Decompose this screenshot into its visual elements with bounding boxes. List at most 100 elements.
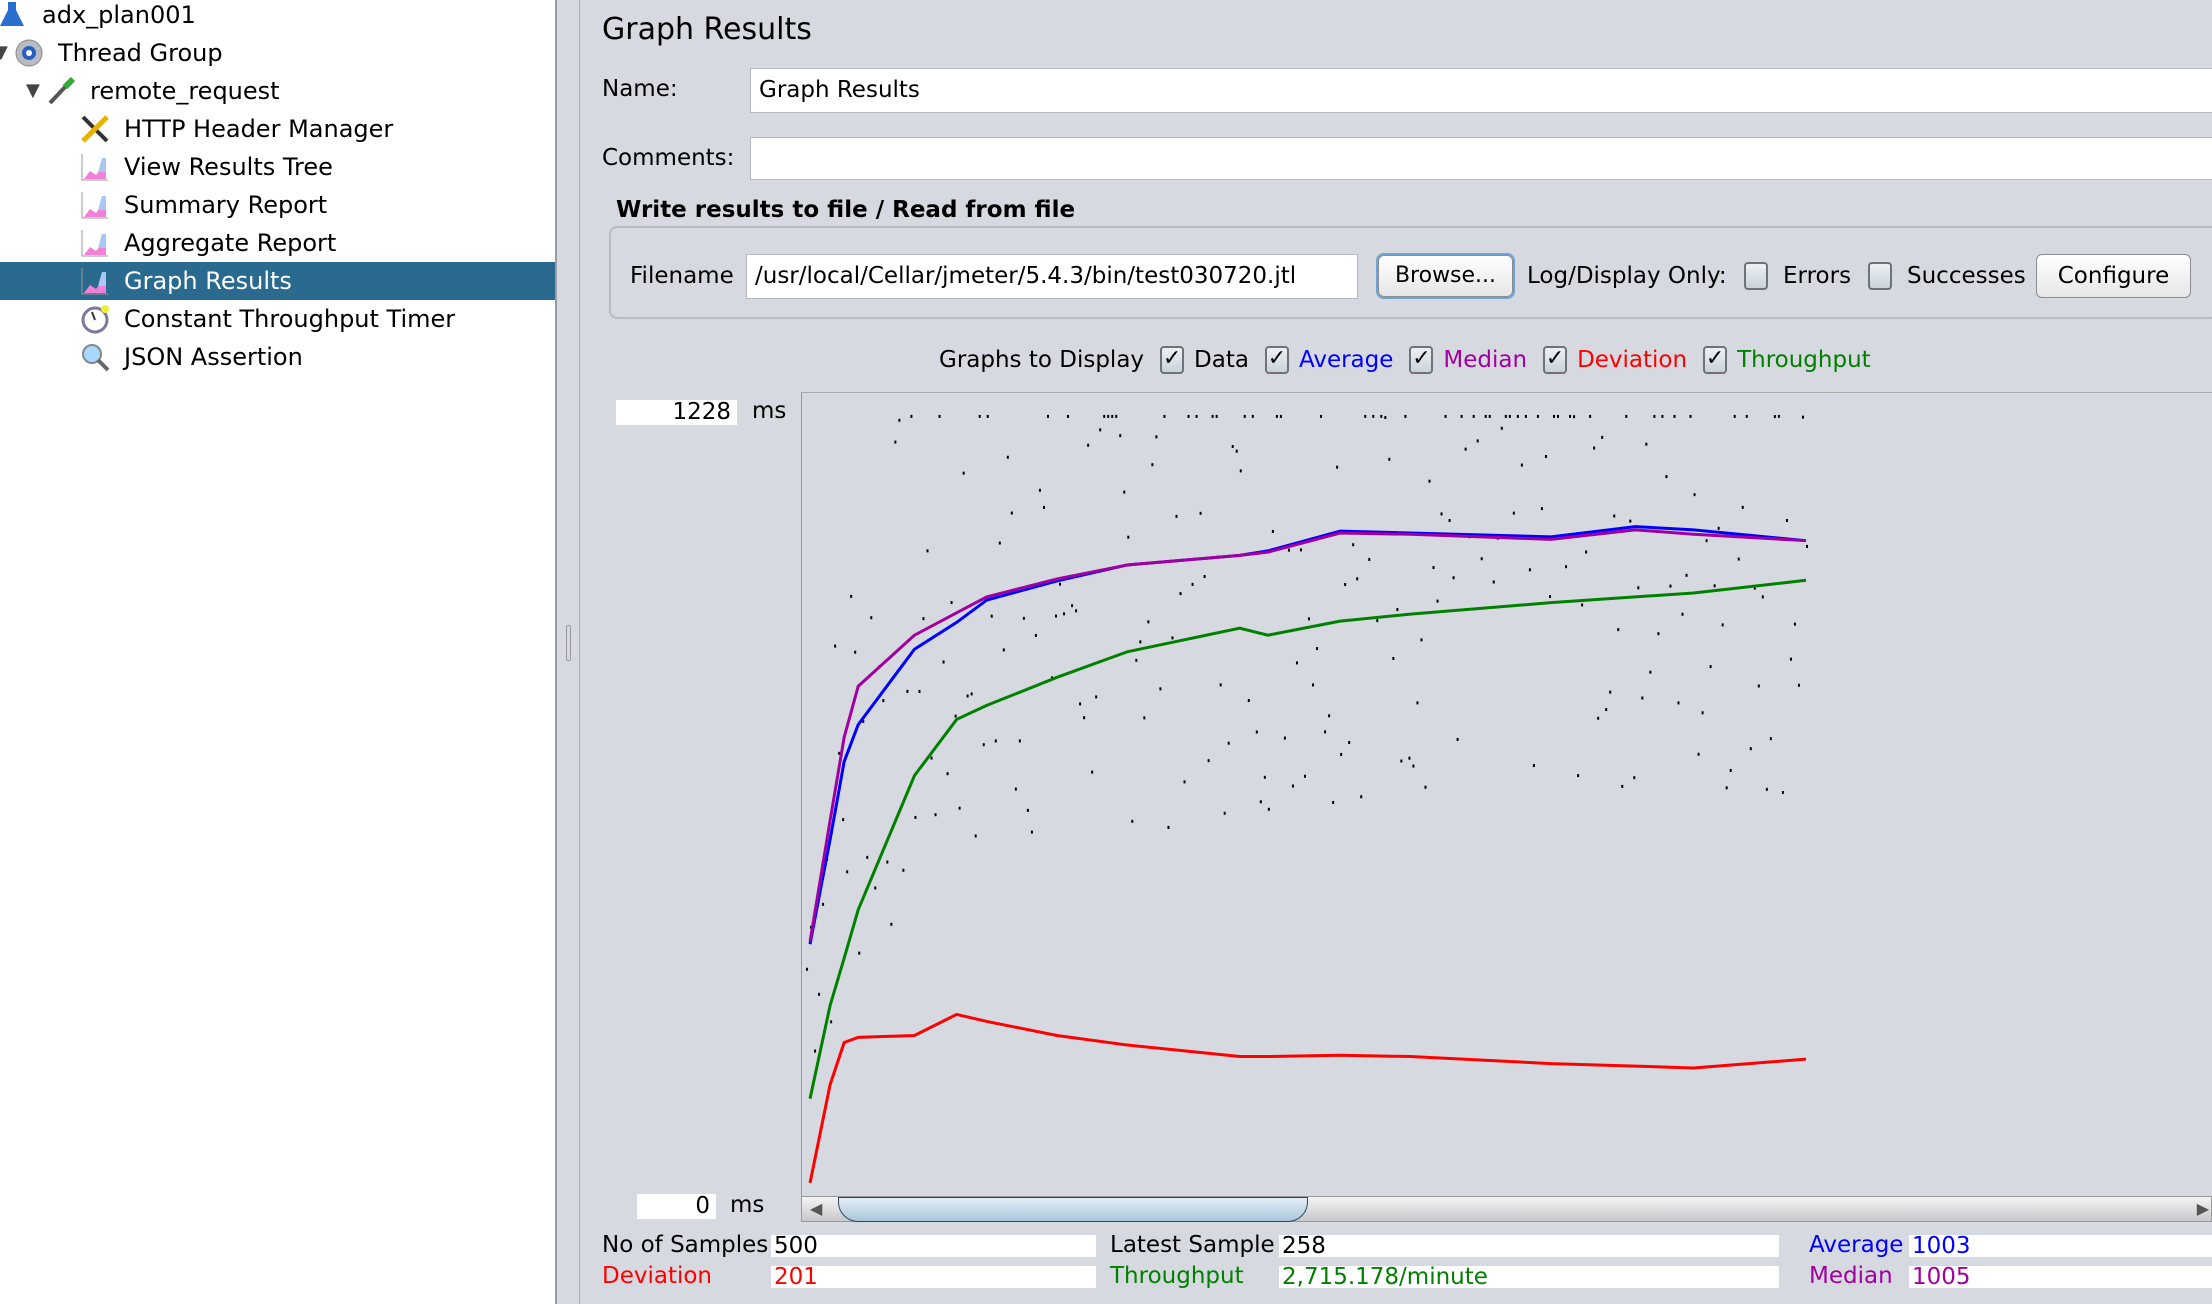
data-point (1749, 747, 1752, 751)
graph-data-label: Data (1194, 347, 1249, 373)
data-point (1524, 414, 1527, 418)
data-point (1769, 737, 1772, 741)
data-point (1697, 752, 1700, 756)
data-point (1701, 711, 1704, 715)
tree-item-label: HTTP Header Manager (124, 115, 394, 143)
data-point (1508, 414, 1511, 418)
data-point (1042, 505, 1045, 509)
data-point (1396, 608, 1399, 612)
errors-label: Errors (1783, 263, 1852, 289)
file-section-title: Write results to file / Read from file (616, 197, 1076, 223)
data-point (886, 860, 889, 864)
data-point (1765, 787, 1768, 791)
tree-item[interactable]: adx_plan001 (0, 0, 555, 34)
data-point (1227, 741, 1230, 745)
tree-item[interactable]: ▼ remote_request (0, 72, 555, 110)
scroll-right-arrow-icon[interactable]: ▶ (2197, 1199, 2209, 1218)
data-point (1360, 795, 1363, 799)
expand-toggle-icon[interactable]: ▼ (0, 34, 8, 72)
data-point (1251, 414, 1254, 418)
graph-listener-icon (80, 190, 110, 220)
data-point (1368, 557, 1371, 561)
data-point (1388, 457, 1391, 461)
data-point (1384, 415, 1387, 419)
series-median-line (808, 528, 1807, 942)
data-point (938, 414, 941, 418)
data-point (1781, 790, 1784, 794)
data-point (870, 616, 873, 620)
comments-input[interactable] (750, 137, 2212, 180)
data-point (1649, 670, 1652, 674)
divider-handle[interactable] (566, 625, 571, 661)
latest-sample-value: 258 (1279, 1235, 1779, 1257)
tree-item-label: Constant Throughput Timer (124, 305, 456, 333)
scroll-left-arrow-icon[interactable]: ◀ (810, 1199, 822, 1218)
tree-item[interactable]: Graph Results (0, 262, 555, 300)
data-point (1151, 463, 1154, 467)
data-point (1231, 445, 1234, 449)
configure-button[interactable]: Configure (2036, 254, 2191, 298)
data-point (1187, 414, 1190, 418)
tree-item[interactable]: Aggregate Report (0, 224, 555, 262)
data-point (1006, 455, 1009, 459)
data-point (1348, 740, 1351, 744)
graph-listener-icon (80, 152, 110, 182)
successes-checkbox[interactable] (1868, 262, 1892, 290)
data-point (1183, 780, 1186, 784)
test-plan-tree[interactable]: adx_plan001 ▼ Thread Group ▼ remote_request H… (0, 0, 557, 1304)
data-point (1400, 759, 1403, 763)
data-point (1512, 511, 1515, 515)
scrollbar-thumb[interactable] (838, 1197, 1308, 1222)
data-point (822, 902, 825, 906)
data-point (1597, 716, 1600, 720)
tree-item-label: JSON Assertion (124, 343, 303, 371)
data-point (1657, 632, 1660, 636)
graph-throughput-checkbox[interactable]: ✓ (1703, 346, 1728, 374)
data-point (1557, 414, 1560, 418)
graph-data-checkbox[interactable]: ✓ (1160, 346, 1185, 374)
data-point (1095, 695, 1098, 699)
data-point (1741, 505, 1744, 509)
data-point (906, 689, 909, 693)
tree-item[interactable]: ▼ Thread Group (0, 34, 555, 72)
data-point (1143, 716, 1146, 720)
series-average-line (808, 525, 1807, 945)
data-point (1577, 774, 1580, 778)
errors-checkbox[interactable] (1744, 262, 1768, 290)
data-point (1464, 447, 1467, 451)
graph-average-checkbox[interactable]: ✓ (1264, 346, 1289, 374)
data-point (1569, 414, 1572, 418)
filename-input[interactable]: /usr/local/Cellar/jmeter/5.4.3/bin/test0… (746, 254, 1358, 299)
graph-deviation-checkbox[interactable]: ✓ (1543, 346, 1568, 374)
data-point (1223, 811, 1226, 815)
graph-median-checkbox[interactable]: ✓ (1409, 346, 1434, 374)
median-value: 1005 (1909, 1266, 2212, 1288)
expand-toggle-icon[interactable]: ▼ (26, 72, 40, 110)
data-point (1219, 683, 1222, 687)
data-point (1135, 658, 1138, 662)
data-point (1287, 548, 1290, 552)
graph-median-label: Median (1443, 347, 1528, 373)
tree-item[interactable]: View Results Tree (0, 148, 555, 186)
tree-item[interactable]: JSON Assertion (0, 338, 555, 376)
data-point (1412, 764, 1415, 768)
data-point (1685, 573, 1688, 577)
browse-button[interactable]: Browse... (1378, 255, 1513, 297)
tree-item[interactable]: Constant Throughput Timer (0, 300, 555, 338)
split-pane-divider[interactable] (557, 0, 580, 1304)
data-point (926, 549, 929, 553)
data-point (1605, 708, 1608, 712)
data-point (1255, 730, 1258, 734)
tree-item[interactable]: Summary Report (0, 186, 555, 224)
graph-horizontal-scrollbar[interactable]: ◀ ▶ (801, 1196, 2212, 1222)
data-point (1175, 514, 1178, 518)
data-point (922, 617, 925, 621)
data-point (1408, 756, 1411, 760)
name-input[interactable]: Graph Results (750, 68, 2212, 113)
data-point (1613, 514, 1616, 518)
data-point (850, 594, 853, 598)
data-point (1745, 414, 1748, 418)
throughput-label: Throughput (1110, 1263, 1244, 1289)
tree-item[interactable]: HTTP Header Manager (0, 110, 555, 148)
data-point (1609, 690, 1612, 694)
